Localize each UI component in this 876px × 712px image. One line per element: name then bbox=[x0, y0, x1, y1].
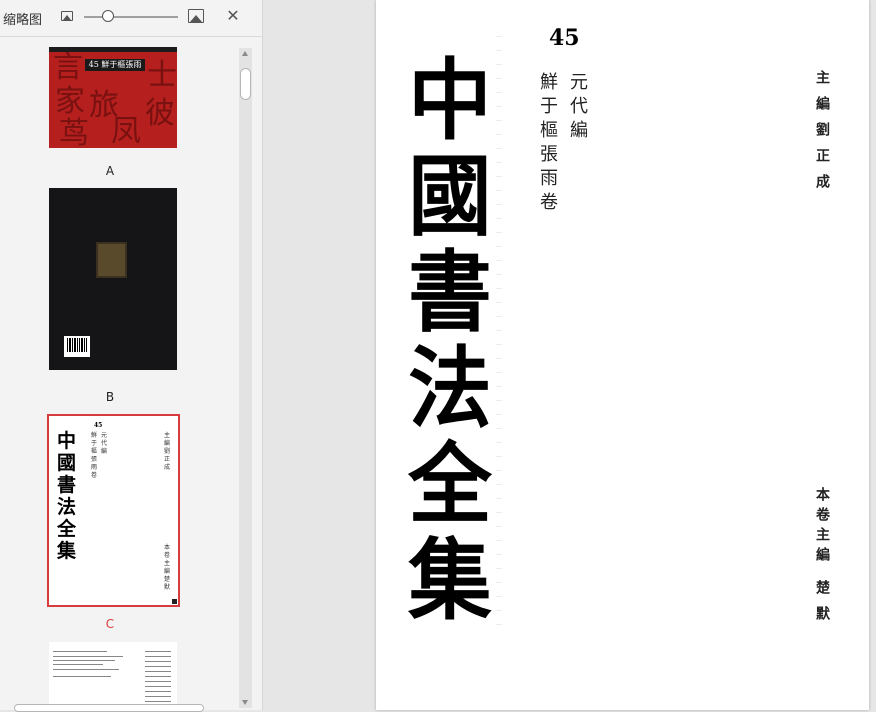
volume-number: 45 bbox=[549, 25, 580, 51]
seal-image bbox=[96, 242, 127, 278]
image-large-icon[interactable] bbox=[188, 9, 204, 23]
cover-brush-glyph: 彼 bbox=[145, 96, 175, 131]
zoom-slider-handle[interactable] bbox=[101, 10, 114, 22]
volume-editor-title: 本卷主編 bbox=[814, 487, 830, 567]
scroll-down-icon[interactable] bbox=[242, 700, 248, 705]
title-char: 全 bbox=[408, 432, 492, 536]
chief-editor: 主編劉正成 bbox=[814, 70, 830, 200]
page-texture bbox=[496, 30, 502, 630]
title-char: 國 bbox=[408, 144, 492, 248]
calligraphy-title: 中 國 書 法 全 集 bbox=[406, 52, 493, 628]
thumbnail-panel: 缩略图 ✕ 45 鮮于樞張雨 言 士 家 旅 茑 凤 彼 A B 45 中國書法… bbox=[0, 0, 263, 712]
volume-name: 鮮于樞張雨卷 bbox=[537, 72, 558, 216]
close-icon[interactable]: ✕ bbox=[225, 8, 241, 24]
era-label: 元代編 bbox=[567, 72, 588, 144]
mini-chief-editor: 主編劉正成 bbox=[164, 432, 171, 471]
document-page: 45 中 國 書 法 全 集 元代編 鮮于樞張雨卷 主編劉正成 本卷主編 楚默 bbox=[376, 0, 869, 710]
scroll-up-icon[interactable] bbox=[242, 51, 248, 56]
title-char: 中 bbox=[408, 48, 492, 152]
cover-brush-glyph: 家 bbox=[55, 84, 85, 119]
thumbnail-label-c: C bbox=[105, 617, 115, 631]
thumbnail-page-d[interactable] bbox=[49, 642, 177, 712]
thumbnail-label-b: B bbox=[105, 390, 115, 404]
barcode-image bbox=[64, 336, 90, 357]
mini-volume-name: 鮮于樞張雨卷 bbox=[91, 432, 98, 479]
panel-title: 缩略图 bbox=[3, 13, 43, 28]
scrollbar-thumb[interactable] bbox=[240, 68, 251, 100]
selection-corner-marker bbox=[172, 599, 177, 604]
thumbnail-page-a[interactable]: 45 鮮于樞張雨 言 士 家 旅 茑 凤 彼 bbox=[49, 47, 177, 148]
zoom-slider[interactable] bbox=[84, 16, 178, 18]
thumbnail-toolbar: 缩略图 ✕ bbox=[0, 0, 262, 37]
cover-brush-glyph: 言 bbox=[53, 50, 83, 85]
mini-title: 中國書法全集 bbox=[57, 430, 77, 562]
horizontal-scrollbar[interactable] bbox=[14, 704, 204, 712]
cover-banner-text: 鮮于樞張雨 bbox=[101, 60, 142, 69]
thumbnail-page-b[interactable] bbox=[49, 188, 177, 370]
cover-brush-glyph: 凤 bbox=[111, 114, 141, 148]
image-small-icon[interactable] bbox=[61, 11, 73, 21]
cover-banner-number: 45 bbox=[88, 60, 99, 69]
thumbnail-page-c[interactable]: 45 中國書法全集 元代編 鮮于樞張雨卷 主編劉正成 本卷主編楚默 bbox=[47, 414, 180, 607]
mini-era: 元代編 bbox=[101, 432, 108, 455]
mini-volume-editor: 本卷主編楚默 bbox=[164, 544, 171, 591]
cover-brush-glyph: 茑 bbox=[59, 116, 89, 149]
title-char: 書 bbox=[408, 240, 492, 344]
cover-brush-glyph: 士 bbox=[147, 58, 177, 93]
thumbnail-scrollbar[interactable] bbox=[239, 48, 252, 708]
title-char: 集 bbox=[408, 528, 492, 632]
cover-banner: 45 鮮于樞張雨 bbox=[85, 59, 145, 71]
volume-editor-name: 楚默 bbox=[814, 580, 830, 632]
mini-volume-number: 45 bbox=[94, 422, 103, 429]
title-char: 法 bbox=[408, 336, 492, 440]
thumbnail-label-a: A bbox=[105, 164, 115, 178]
